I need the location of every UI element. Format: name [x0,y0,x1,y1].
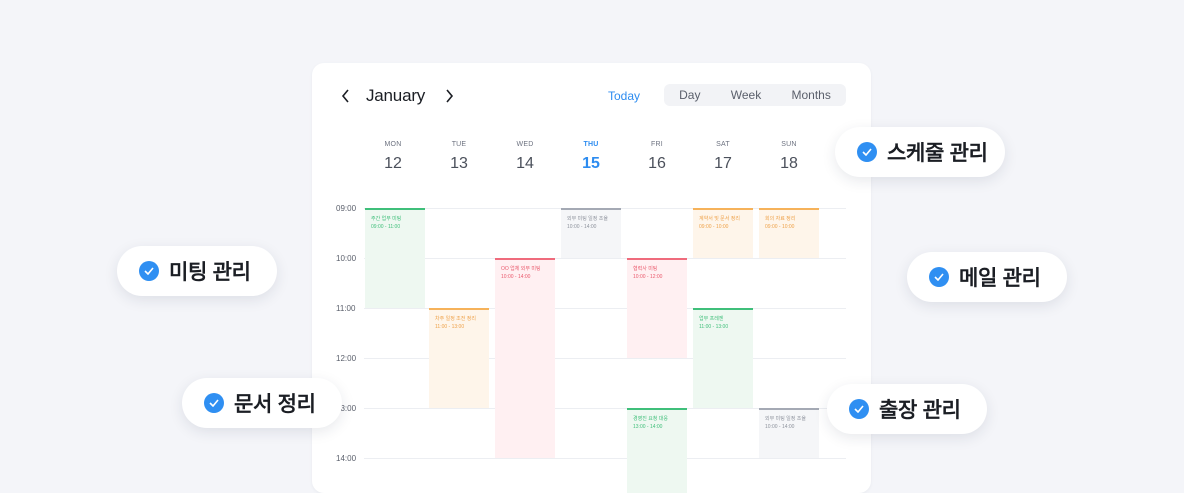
feature-badge-meeting: 미팅 관리 [117,246,277,296]
weekday-label: SAT [716,141,730,148]
event-block[interactable]: OO 업체 외부 미팅 10:00 - 14:00 [495,258,555,458]
event-block[interactable]: 외부 미팅 일정 조율 10:00 - 14:00 [561,208,621,258]
prev-month-button[interactable] [336,86,356,106]
day-number: 16 [648,155,666,172]
day-number: 13 [450,155,468,172]
grid-line [364,258,846,259]
event-time: 09:00 - 10:00 [765,224,795,230]
chevron-left-icon [341,89,349,103]
event-block[interactable]: 경영진 요청 대응 13:00 - 14:00 [627,408,687,493]
time-label: 12:00 [336,354,357,363]
day-header-wed[interactable]: WED 14 [492,141,558,173]
event-block[interactable]: 계약서 및 문서 정리 09:00 - 10:00 [693,208,753,258]
feature-badge-document: 문서 정리 [182,378,342,428]
day-number: 18 [780,155,798,172]
event-time: 11:00 - 13:00 [435,324,465,330]
event-title: 주간 업무 미팅 [371,216,402,222]
view-day-button[interactable]: Day [673,88,706,102]
time-label: 09:00 [336,204,357,213]
check-circle-icon [849,399,869,419]
feature-label: 스케줄 관리 [887,142,988,165]
chevron-right-icon [446,89,454,103]
weekday-label: THU [583,141,599,148]
day-header-thu[interactable]: THU 15 [558,141,624,173]
event-time: 10:00 - 14:00 [765,424,795,430]
event-title: 차주 일정 조전 정리 [435,316,476,322]
feature-label: 출장 관리 [879,399,961,422]
day-number: 14 [516,155,534,172]
feature-badge-schedule: 스케줄 관리 [835,127,1005,177]
view-months-button[interactable]: Months [785,88,836,102]
event-title: 계약서 및 문서 정리 [699,216,740,222]
event-title: 회의 자료 정리 [765,216,796,222]
day-number: 12 [384,155,402,172]
day-header-tue[interactable]: TUE 13 [426,141,492,173]
event-title: 경영진 요청 대응 [633,416,668,422]
event-title: 외부 미팅 일정 조율 [765,416,806,422]
weekday-label: FRI [651,141,663,148]
month-title: January [366,86,426,105]
event-title: 협력사 미팅 [633,266,658,272]
event-block[interactable]: 협력사 미팅 10:00 - 12:00 [627,258,687,358]
feature-label: 문서 정리 [234,393,316,416]
day-header-fri[interactable]: FRI 16 [624,141,690,173]
weekday-label: SUN [781,141,797,148]
view-switcher: Day Week Months [664,84,846,106]
event-block[interactable]: 회의 자료 정리 09:00 - 10:00 [759,208,819,258]
event-time: 09:00 - 11:00 [371,224,401,230]
grid-line [364,458,846,459]
feature-label: 미팅 관리 [169,261,251,284]
day-header-sun[interactable]: SUN 18 [756,141,822,173]
event-title: 외부 미팅 일정 조율 [567,216,608,222]
view-week-button[interactable]: Week [725,88,767,102]
calendar-card: January Today Day Week Months MON 12 TUE 1… [312,63,871,493]
time-label: 11:00 [336,304,356,313]
check-circle-icon [204,393,224,413]
event-title: 업무 프레젠 [699,316,724,322]
time-label: 10:00 [336,254,357,263]
day-header-sat[interactable]: SAT 17 [690,141,756,173]
event-time: 10:00 - 14:00 [501,274,531,280]
event-block[interactable]: 차주 일정 조전 정리 11:00 - 13:00 [429,308,489,408]
time-label: 14:00 [336,454,357,463]
event-time: 09:00 - 10:00 [699,224,729,230]
today-button[interactable]: Today [608,89,640,103]
feature-badge-travel: 출장 관리 [827,384,987,434]
event-time: 11:00 - 13:00 [699,324,729,330]
feature-label: 메일 관리 [959,267,1041,290]
check-circle-icon [857,142,877,162]
check-circle-icon [929,267,949,287]
weekday-label: TUE [451,141,467,148]
event-block[interactable]: 주간 업무 미팅 09:00 - 11:00 [365,208,425,308]
event-time: 10:00 - 14:00 [567,224,597,230]
day-number: 15 [582,155,600,172]
day-header-mon[interactable]: MON 12 [360,141,426,173]
event-block[interactable]: 업무 프레젠 11:00 - 13:00 [693,308,753,408]
weekday-label: MON [384,141,402,148]
event-time: 10:00 - 12:00 [633,274,663,280]
event-title: OO 업체 외부 미팅 [501,266,541,272]
feature-badge-mail: 메일 관리 [907,252,1067,302]
weekday-label: WED [516,141,534,148]
check-circle-icon [139,261,159,281]
event-block[interactable]: 외부 미팅 일정 조율 10:00 - 14:00 [759,408,819,458]
event-time: 13:00 - 14:00 [633,424,663,430]
day-number: 17 [714,155,732,172]
next-month-button[interactable] [439,86,459,106]
